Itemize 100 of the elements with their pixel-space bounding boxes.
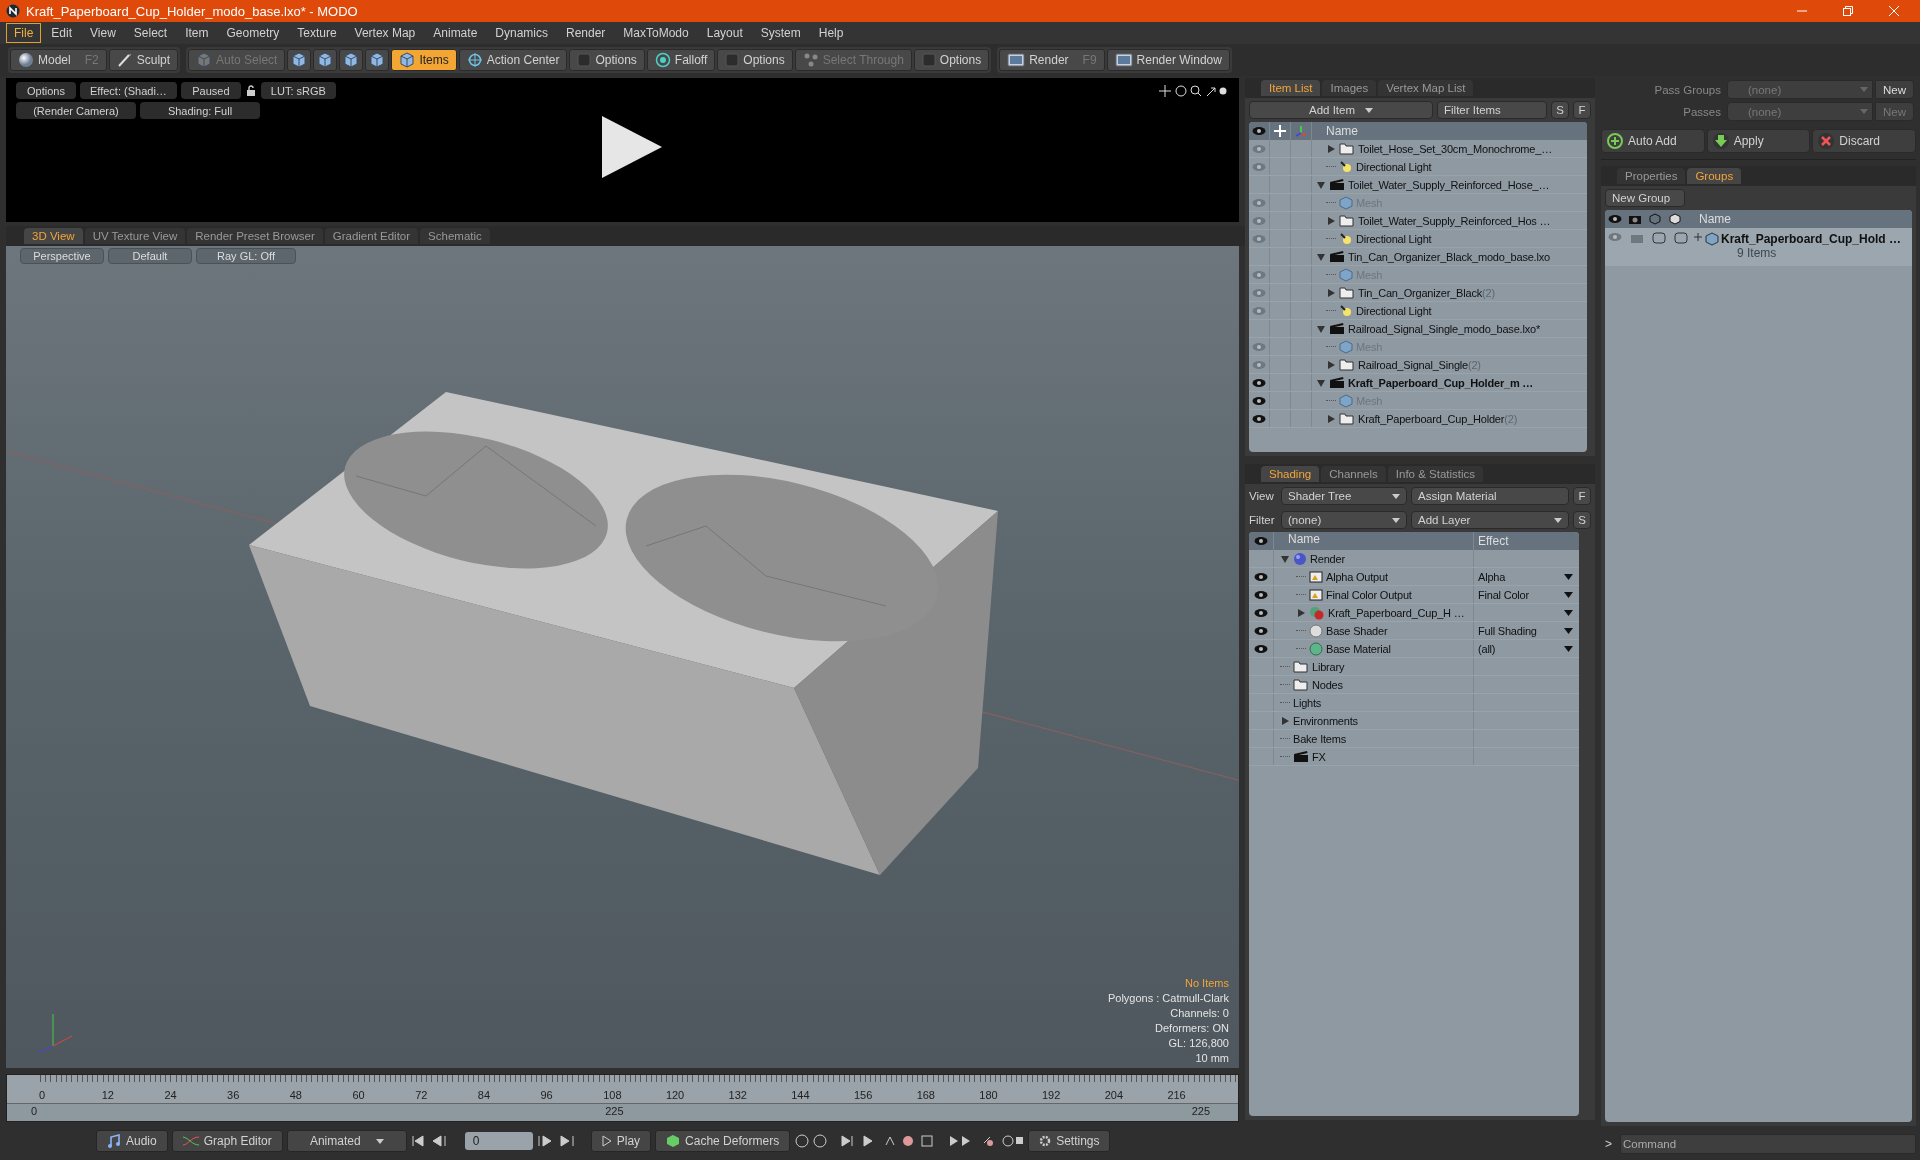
- settings-button[interactable]: Settings: [1028, 1130, 1111, 1152]
- viewport-option-button[interactable]: Ray GL: Off: [196, 248, 296, 264]
- item-name[interactable]: Railroad_Signal_Single_modo_base.lxo*: [1348, 322, 1540, 335]
- item-name[interactable]: Kraft_Paperboard_Cup_Holder(2): [1358, 412, 1518, 425]
- preview-tools-icon[interactable]: [1159, 83, 1229, 98]
- panel-tab[interactable]: Channels: [1321, 466, 1386, 482]
- item-name[interactable]: Toilet_Water_Supply_Reinforced_Hose_…: [1348, 178, 1550, 191]
- expand-arrow-icon[interactable]: [1326, 143, 1336, 154]
- group-name[interactable]: Kraft_Paperboard_Cup_Hold …: [1721, 232, 1902, 246]
- item-name[interactable]: Directional Light: [1356, 304, 1432, 317]
- eye-icon[interactable]: [1252, 413, 1266, 424]
- menu-item[interactable]: Help: [810, 23, 852, 43]
- close-icon[interactable]: [1888, 5, 1900, 17]
- expand-arrow-icon[interactable]: [1326, 287, 1336, 298]
- eye-icon[interactable]: [1254, 589, 1268, 600]
- viewport-tab[interactable]: 3D View: [24, 228, 83, 244]
- viewport-tab[interactable]: Schematic: [420, 228, 490, 244]
- viewport-tab[interactable]: UV Texture View: [84, 228, 186, 244]
- expand-arrow-icon[interactable]: [1280, 715, 1290, 726]
- preview-button[interactable]: (Render Camera): [16, 102, 136, 119]
- menu-item[interactable]: Edit: [43, 23, 81, 43]
- viewport-tab[interactable]: Gradient Editor: [324, 228, 419, 244]
- action-button[interactable]: Auto Add: [1601, 129, 1705, 153]
- viewport-tab[interactable]: Render Preset Browser: [187, 228, 323, 244]
- toolbar-button[interactable]: Items: [391, 49, 457, 71]
- menu-item[interactable]: Item: [177, 23, 217, 43]
- menu-item[interactable]: System: [752, 23, 809, 43]
- toolbar-button[interactable]: Options: [569, 49, 645, 71]
- eye-icon[interactable]: [1254, 536, 1268, 546]
- toolbar-button[interactable]: Options: [717, 49, 793, 71]
- eye-icon[interactable]: [1254, 643, 1268, 654]
- checkbox-icon[interactable]: [1671, 232, 1691, 244]
- expand-arrow-icon[interactable]: [1316, 377, 1326, 388]
- panel-tab[interactable]: Groups: [1687, 168, 1742, 184]
- toolbar-button[interactable]: [365, 49, 390, 71]
- preview-button[interactable]: Paused: [180, 82, 241, 99]
- expand-arrow-icon[interactable]: [1326, 359, 1336, 370]
- menu-item[interactable]: Layout: [698, 23, 751, 43]
- dropdown-arrow-icon[interactable]: [1564, 645, 1573, 652]
- lock-column-icon[interactable]: [1274, 125, 1286, 137]
- shader-item-name[interactable]: Final Color Output: [1326, 588, 1412, 601]
- dropdown-arrow-icon[interactable]: [1564, 609, 1573, 616]
- panel-tab[interactable]: Shading: [1261, 466, 1320, 482]
- column-header[interactable]: Effect: [1474, 534, 1579, 548]
- toolbar-button[interactable]: Render Window: [1106, 49, 1230, 71]
- toolbar-button[interactable]: Falloff: [646, 49, 716, 71]
- play-button[interactable]: Play: [590, 1130, 652, 1152]
- panel-tab[interactable]: Properties: [1617, 168, 1686, 184]
- view-dropdown[interactable]: Shader Tree: [1281, 487, 1407, 505]
- toolbar-button[interactable]: [287, 49, 312, 71]
- panel-tab[interactable]: Vertex Map List: [1378, 80, 1474, 96]
- eye-icon[interactable]: [1254, 607, 1268, 618]
- viewport-option-button[interactable]: Default: [108, 248, 192, 264]
- dropdown-arrow-icon[interactable]: [1564, 573, 1573, 580]
- shader-item-name[interactable]: Lights: [1293, 696, 1322, 709]
- shader-item-name[interactable]: Base Shader: [1326, 624, 1388, 637]
- shader-item-name[interactable]: Nodes: [1312, 678, 1343, 691]
- cache-deformers-button[interactable]: Cache Deformers: [655, 1130, 791, 1152]
- item-name[interactable]: Toilet_Water_Supply_Reinforced_Hos …: [1358, 214, 1551, 227]
- item-name[interactable]: Tin_Can_Organizer_Black_modo_base.lxo: [1348, 250, 1550, 263]
- assign-material-button[interactable]: Assign Material: [1411, 487, 1569, 505]
- item-name[interactable]: Tin_Can_Organizer_Black(2): [1358, 286, 1495, 299]
- shader-item-name[interactable]: Bake Items: [1293, 732, 1347, 745]
- eye-icon[interactable]: [1252, 377, 1266, 388]
- expand-arrow-icon[interactable]: [1316, 251, 1326, 262]
- viewport-option-button[interactable]: Perspective: [20, 248, 104, 264]
- shader-item-name[interactable]: Render: [1310, 552, 1345, 565]
- toolbar-button[interactable]: Options: [913, 49, 990, 71]
- eye-icon[interactable]: [1254, 571, 1268, 582]
- panel-tab[interactable]: Info & Statistics: [1387, 466, 1484, 482]
- menu-item[interactable]: File: [6, 23, 42, 43]
- shader-item-name[interactable]: Alpha Output: [1326, 570, 1388, 583]
- toolbar-button[interactable]: Action Center: [458, 49, 568, 71]
- eye-icon[interactable]: [1252, 126, 1266, 136]
- new-group-button[interactable]: New Group: [1605, 189, 1685, 207]
- item-name[interactable]: Directional Light: [1356, 232, 1432, 245]
- toggle-button[interactable]: F: [1573, 487, 1591, 505]
- eye-icon[interactable]: [1252, 395, 1266, 406]
- shader-item-name[interactable]: FX: [1312, 750, 1326, 763]
- column-header[interactable]: Name: [1274, 532, 1474, 550]
- frame-field[interactable]: 0: [464, 1132, 533, 1150]
- item-name[interactable]: Directional Light: [1356, 160, 1432, 173]
- restore-icon[interactable]: [1842, 5, 1854, 17]
- audio-button[interactable]: Audio: [96, 1130, 168, 1152]
- expand-arrow-icon[interactable]: [1280, 553, 1290, 564]
- menu-item[interactable]: Animate: [425, 23, 486, 43]
- toggle-button[interactable]: S: [1551, 101, 1569, 119]
- key-tools-icons[interactable]: [794, 1133, 1025, 1149]
- add-item-dropdown[interactable]: Add Item: [1249, 101, 1433, 119]
- panel-tab[interactable]: Item List: [1261, 80, 1321, 96]
- menu-item[interactable]: Render: [558, 23, 614, 43]
- item-name[interactable]: Kraft_Paperboard_Cup_Holder_m …: [1348, 376, 1534, 389]
- filter-field[interactable]: Filter Items: [1437, 101, 1547, 119]
- dropdown-arrow-icon[interactable]: [1564, 627, 1573, 634]
- shader-item-name[interactable]: Base Material: [1326, 642, 1391, 655]
- preview-button[interactable]: Options: [16, 82, 76, 99]
- checkbox-icon[interactable]: [1649, 232, 1669, 244]
- menu-item[interactable]: Vertex Map: [346, 23, 424, 43]
- preview-button[interactable]: Shading: Full: [140, 102, 260, 119]
- shader-item-name[interactable]: Kraft_Paperboard_Cup_H …: [1328, 606, 1465, 619]
